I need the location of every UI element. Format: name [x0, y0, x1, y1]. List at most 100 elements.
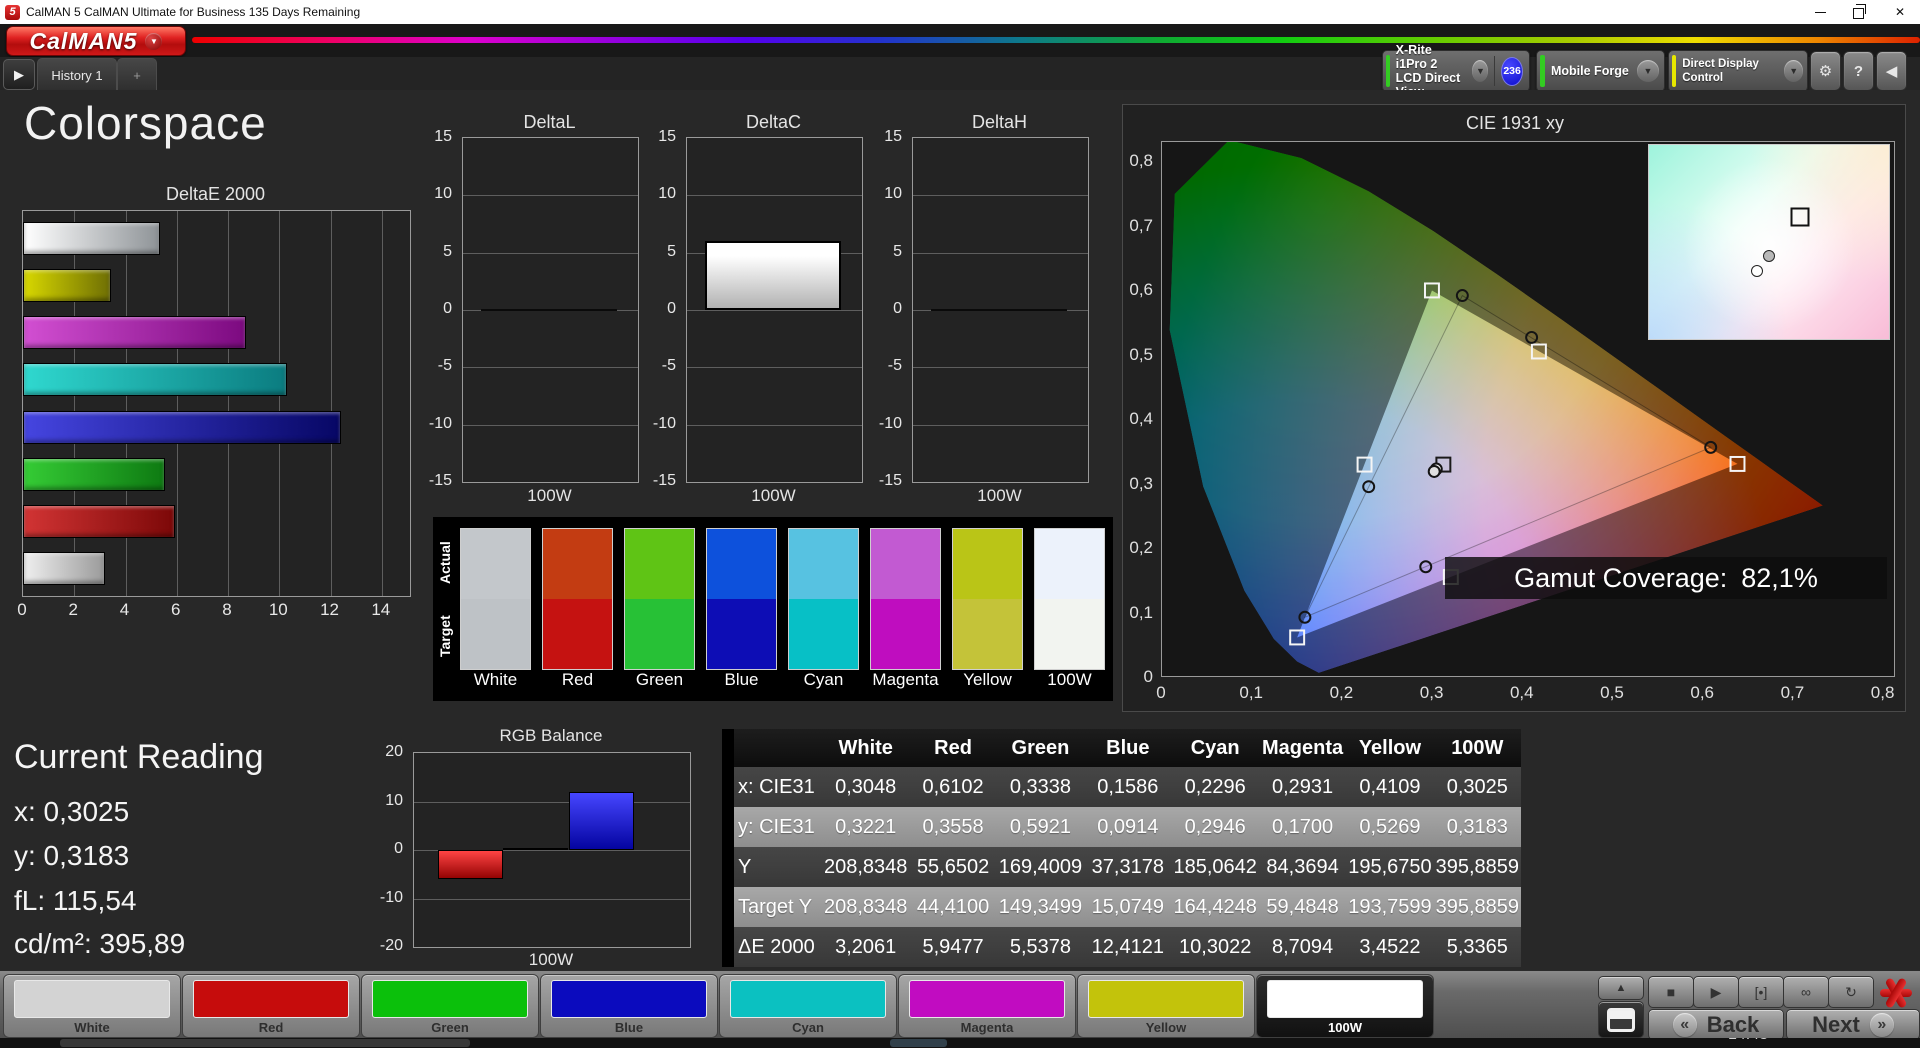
settings-button[interactable]: ⚙	[1810, 51, 1841, 91]
patch-swatch	[730, 980, 886, 1018]
chevron-down-icon[interactable]: ▼	[1472, 60, 1489, 82]
table-cell: 0,1586	[1097, 775, 1159, 798]
swatch-column-yellow	[952, 528, 1023, 670]
target-swatch	[952, 599, 1023, 670]
deltae-bar-yellow	[23, 269, 112, 303]
close-button[interactable]: ✕	[1880, 0, 1920, 24]
actual-row-label: Actual	[437, 541, 453, 585]
patch-button-red[interactable]: Red	[182, 974, 360, 1038]
add-tab-button[interactable]: +	[117, 58, 157, 91]
column-header-red: Red	[934, 736, 972, 759]
cie-measured-marker-100w	[1427, 464, 1441, 478]
scrollbar-segment	[890, 1039, 947, 1047]
actual-swatch	[706, 528, 777, 599]
swatch-column-white	[460, 528, 531, 670]
patch-button-green[interactable]: Green	[361, 974, 539, 1038]
gridline	[913, 367, 1088, 369]
help-button[interactable]: ?	[1843, 51, 1874, 91]
axis-tick-label: 0,4	[1129, 409, 1153, 428]
patch-button-100w[interactable]: 100W	[1256, 974, 1434, 1038]
rainbow-gradient-bar	[192, 37, 1920, 43]
actual-swatch	[542, 528, 613, 599]
axis-tick-label: -5	[661, 357, 676, 375]
table-cell: 0,3048	[835, 775, 897, 798]
main-content: Colorspace DeltaE 2000 0 2 4 6 8 10 12 14 Delta…	[0, 90, 1920, 970]
table-row: Target Y 208,8348 44,4100 149,3499 15,0749 16…	[722, 887, 1521, 927]
table-cell: 395,8859	[1435, 855, 1520, 878]
meter-selector[interactable]: X-Rite i1Pro 2 LCD Direct View ▼ 236	[1382, 43, 1530, 99]
display-control-selector[interactable]: Direct Display Control ▼	[1668, 50, 1808, 92]
gridline	[687, 195, 862, 197]
axis-tick-label: 0,4	[1509, 683, 1534, 702]
axis-tick-label: 6	[171, 600, 181, 619]
rgb-balance-title: RGB Balance	[499, 726, 603, 745]
swatch-column-magenta	[870, 528, 941, 670]
axis-tick-label: -20	[379, 937, 403, 954]
next-button[interactable]: Next »	[1786, 1009, 1920, 1040]
current-reading-title: Current Reading	[14, 738, 264, 776]
refresh-button[interactable]: ↻	[1828, 976, 1874, 1008]
collapse-panel-button[interactable]: ◀	[1876, 51, 1907, 91]
axis-tick-label: 2	[68, 600, 78, 619]
axis-tick-label: 5	[667, 242, 676, 260]
patch-button-cyan[interactable]: Cyan	[719, 974, 897, 1038]
close-icon: ✕	[1894, 5, 1906, 19]
axis-tick-label: 12	[320, 600, 340, 619]
cie-chart-title: CIE 1931 xy	[1465, 113, 1565, 133]
deltah-y-axis: 15 10 5 0 -5 -10 -15	[872, 128, 906, 489]
patch-button-magenta[interactable]: Magenta	[898, 974, 1076, 1038]
axis-tick-label: -15	[428, 472, 452, 489]
table-row: x: CIE31 0,3048 0,6102 0,3338 0,1586 0,2296 0,…	[722, 767, 1521, 807]
table-cell: 208,8348	[823, 895, 908, 918]
source-status-bar	[1540, 55, 1545, 87]
table-cell: 0,3025	[1446, 775, 1508, 798]
bar-slot	[23, 363, 410, 397]
target-swatch	[1034, 599, 1105, 670]
patch-button-white[interactable]: White	[3, 974, 181, 1038]
restore-button[interactable]	[1840, 0, 1880, 24]
tab-history-1[interactable]: History 1	[37, 58, 117, 91]
loop-button[interactable]: ∞	[1783, 976, 1829, 1008]
gridline	[913, 195, 1088, 197]
next-button-label: Next	[1812, 1011, 1860, 1037]
minimize-button[interactable]	[1800, 0, 1840, 24]
axis-tick-label: -10	[878, 414, 902, 432]
expand-panel-button[interactable]: ▲	[1598, 976, 1644, 1000]
stop-button[interactable]: ■	[1648, 976, 1694, 1008]
chevron-right-icon: »	[1869, 1012, 1894, 1037]
gridline	[414, 898, 690, 900]
back-button[interactable]: « Back	[1648, 1009, 1784, 1040]
column-header-cyan: Cyan	[1190, 736, 1240, 759]
page-title: Colorspace	[24, 97, 267, 149]
table-cell: 84,3694	[1266, 855, 1339, 878]
bar-slot	[23, 222, 410, 256]
deltal-chart-title: DeltaL	[523, 112, 576, 132]
axis-tick-label: 0,7	[1780, 683, 1805, 702]
arrow-up-icon: ▲	[1615, 982, 1627, 994]
gridline	[913, 252, 1088, 254]
patch-button-blue[interactable]: Blue	[540, 974, 718, 1038]
deltac-chart	[686, 137, 863, 483]
tab-scroll-button[interactable]: ▶	[3, 59, 35, 90]
axis-tick-label: 0,5	[1129, 344, 1153, 364]
reading-fl: fL: 115,54	[14, 885, 137, 916]
axis-tick-label: 0	[394, 840, 403, 857]
bottom-scrollbar[interactable]: 14:43	[0, 1038, 1920, 1048]
chevron-down-icon[interactable]: ▼	[1784, 60, 1803, 82]
scrollbar-thumb[interactable]	[60, 1039, 470, 1047]
inset-measured-marker	[1763, 249, 1775, 262]
frame-icon: [•]	[1754, 984, 1768, 1000]
chevron-down-icon[interactable]: ▼	[1637, 60, 1659, 82]
patch-button-yellow[interactable]: Yellow	[1077, 974, 1255, 1038]
restore-icon	[1853, 3, 1866, 19]
inset-measured-marker	[1751, 265, 1763, 278]
measurement-table: White Red Green Blue Cyan Magenta Yellow 100W x:…	[722, 729, 1521, 967]
deltae-chart	[22, 210, 411, 597]
calman-logo-menu[interactable]: CalMAN5 ▼	[6, 26, 186, 56]
table-cell: 0,0914	[1097, 815, 1159, 838]
axis-tick-label: 5	[893, 242, 902, 260]
frame-button[interactable]: [•]	[1738, 976, 1784, 1008]
play-button[interactable]: ▶	[1693, 976, 1739, 1008]
pattern-window-button[interactable]	[1598, 1001, 1644, 1038]
source-selector[interactable]: Mobile Forge ▼	[1536, 50, 1665, 92]
